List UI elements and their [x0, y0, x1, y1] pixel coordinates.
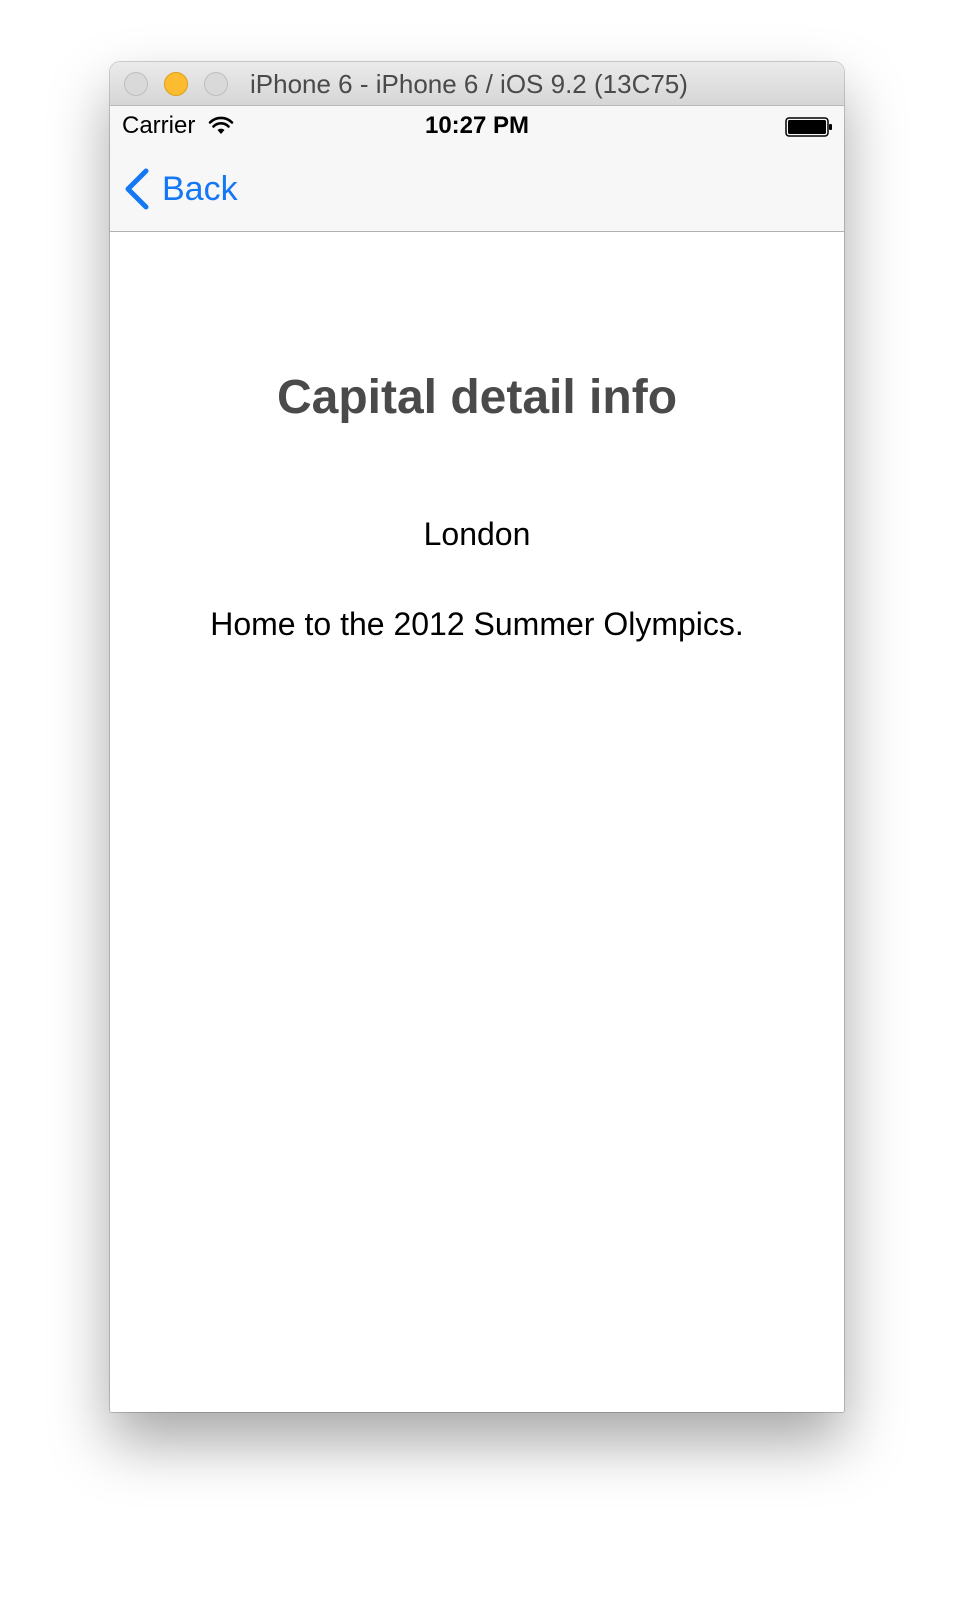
status-time: 10:27 PM — [424, 112, 530, 139]
simulator-window: iPhone 6 - iPhone 6 / iOS 9.2 (13C75) Ca… — [110, 62, 844, 1412]
city-description-label: Home to the 2012 Summer Olympics. — [210, 606, 744, 642]
close-window-button[interactable] — [124, 72, 148, 96]
city-name-label: London — [423, 516, 531, 552]
navigation-bar: Back — [110, 146, 844, 232]
page-title: Capital detail info — [276, 371, 678, 424]
back-label: Back — [162, 169, 238, 208]
minimize-window-button[interactable] — [164, 72, 188, 96]
back-button[interactable]: Back — [122, 164, 238, 214]
status-bar: Carrier 10:27 PM — [110, 106, 844, 146]
detail-content: Capital detail info London Home to the 2… — [110, 232, 844, 1412]
zoom-window-button[interactable] — [204, 72, 228, 96]
chevron-left-icon — [125, 168, 149, 210]
window-titlebar[interactable]: iPhone 6 - iPhone 6 / iOS 9.2 (13C75) — [110, 62, 844, 106]
battery-icon — [785, 117, 832, 137]
window-title: iPhone 6 - iPhone 6 / iOS 9.2 (13C75) — [250, 69, 688, 99]
